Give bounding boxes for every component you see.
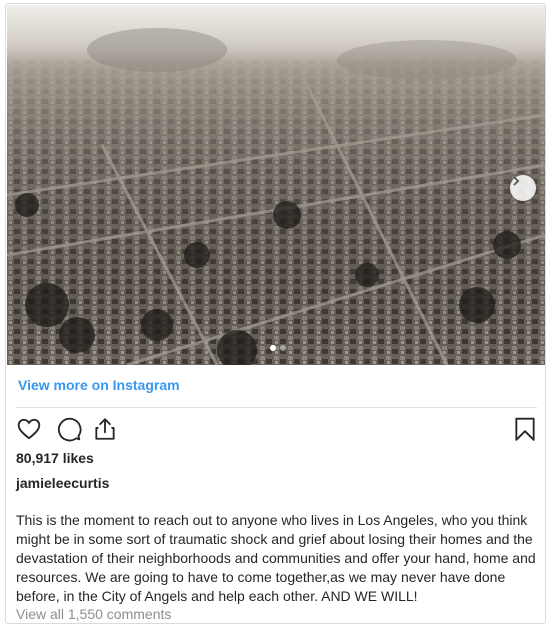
carousel-next-button[interactable] (510, 175, 536, 201)
view-more-link[interactable]: View more on Instagram (18, 377, 180, 393)
share-icon (95, 418, 115, 440)
bookmark-icon (515, 417, 535, 441)
carousel-dot-1 (270, 345, 276, 351)
action-bar (16, 416, 538, 444)
post-image[interactable] (7, 5, 545, 365)
divider (16, 407, 537, 408)
post-username[interactable]: jamieleecurtis (16, 475, 109, 491)
carousel-dot-2 (280, 345, 286, 351)
share-button[interactable] (92, 416, 120, 444)
instagram-embed-card: View more on Instagram 80,917 likes jami… (5, 3, 546, 624)
like-button[interactable] (16, 416, 44, 444)
post-image-illustration (7, 5, 545, 365)
heart-icon (17, 418, 41, 440)
post-caption: This is the moment to reach out to anyon… (16, 512, 536, 604)
carousel-indicator (270, 345, 286, 351)
likes-count[interactable]: 80,917 likes (16, 450, 94, 466)
comment-button[interactable] (56, 416, 84, 444)
chevron-right-icon (513, 176, 520, 186)
view-comments-link[interactable]: View all 1,550 comments (16, 606, 171, 622)
comment-icon (57, 417, 82, 442)
save-button[interactable] (512, 416, 540, 444)
